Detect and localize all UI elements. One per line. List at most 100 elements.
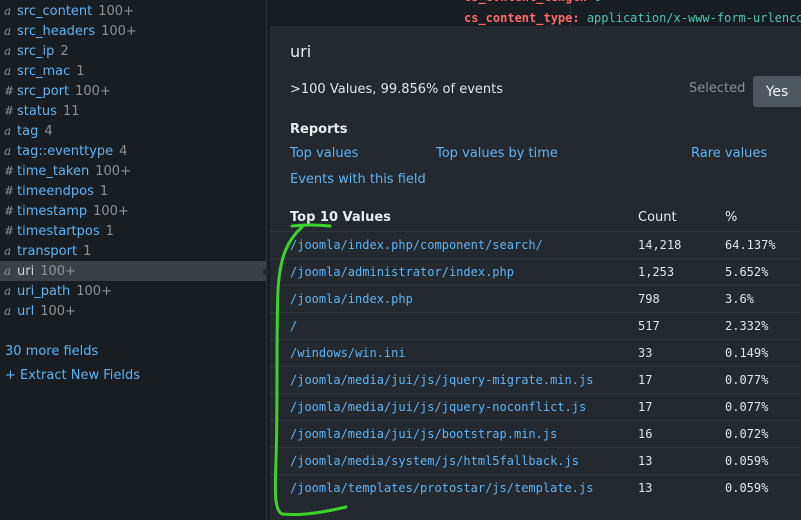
value-count: 16 [638, 427, 653, 441]
field-name-label: transport [17, 243, 78, 259]
value-link[interactable]: /joomla/media/jui/js/jquery-noconflict.j… [290, 400, 586, 414]
field-name-label: src_headers [17, 23, 96, 39]
field-item-tag-eventtype[interactable]: a tag::eventtype 4 [0, 141, 266, 161]
rare-values-link[interactable]: Rare values [691, 146, 767, 161]
field-item-transport[interactable]: a transport 1 [0, 241, 266, 261]
table-row: /joomla/media/jui/js/bootstrap.min.js 16 0… [270, 420, 801, 448]
field-count: 1 [83, 243, 92, 259]
field-name-label: src_mac [17, 63, 71, 79]
field-item-uri[interactable]: a uri 100+ [0, 261, 266, 281]
field-item-src-content[interactable]: a src_content 100+ [0, 1, 266, 21]
field-summary-popup: uri >100 Values, 99.856% of events Selec… [270, 26, 801, 520]
event-field-key: cs_content_length [464, 0, 587, 4]
percent-header: % [725, 210, 738, 225]
field-count: 100+ [75, 83, 111, 99]
value-link[interactable]: /joomla/media/system/js/html5fallback.js [290, 454, 579, 468]
field-name-label: src_content [17, 3, 93, 19]
table-row: /joomla/index.php/component/search/14,21… [270, 231, 801, 259]
value-count: 13 [638, 454, 653, 468]
field-item-src-mac[interactable]: a src_mac 1 [0, 61, 266, 81]
field-name: url 100+ [17, 304, 76, 319]
value-count: 17 [638, 400, 653, 414]
extract-new-fields-link[interactable]: + Extract New Fields [5, 368, 140, 383]
field-item-url[interactable]: a url 100+ [0, 301, 266, 321]
value-count: 14,218 [638, 238, 682, 252]
field-item-timestamp[interactable]: # timestamp 100+ [0, 201, 266, 221]
field-count: 11 [62, 103, 80, 119]
field-item-src-headers[interactable]: a src_headers 100+ [0, 21, 266, 41]
field-name-label: tag [17, 123, 39, 139]
field-name: tag::eventtype 4 [17, 144, 127, 159]
string-type-icon: a [4, 304, 12, 318]
string-type-icon: a [4, 144, 12, 158]
string-type-icon: a [4, 44, 12, 58]
value-count: 33 [638, 346, 653, 360]
field-name-label: status [17, 103, 57, 119]
value-count: 798 [638, 292, 660, 306]
number-type-icon: # [4, 164, 15, 178]
field-item-status[interactable]: # status 11 [0, 101, 266, 121]
popup-title: uri [290, 42, 312, 61]
value-percent: 0.077% [725, 373, 769, 387]
top-values-by-time-link[interactable]: Top values by time [436, 146, 558, 161]
count-header: Count [638, 210, 677, 225]
value-link[interactable]: /joomla/administrator/index.php [290, 265, 514, 279]
field-name: src_content 100+ [17, 4, 134, 19]
value-percent: 2.332% [725, 319, 769, 333]
field-name: uri 100+ [17, 264, 76, 279]
number-type-icon: # [4, 184, 15, 198]
number-type-icon: # [4, 84, 15, 98]
table-row: /joomla/templates/protostar/js/template.… [270, 474, 801, 502]
string-type-icon: a [4, 64, 12, 78]
number-type-icon: # [4, 224, 15, 238]
field-name: transport 1 [17, 244, 91, 259]
field-name: src_headers 100+ [17, 24, 137, 39]
value-count: 13 [638, 481, 653, 495]
top-values-link[interactable]: Top values [290, 146, 358, 161]
value-count: 17 [638, 373, 653, 387]
value-link[interactable]: /joomla/media/jui/js/bootstrap.min.js [290, 427, 557, 441]
field-item-src-ip[interactable]: a src_ip 2 [0, 41, 266, 61]
field-name: timestartpos 1 [17, 224, 114, 239]
reports-heading: Reports [290, 122, 348, 137]
value-percent: 0.149% [725, 346, 769, 360]
field-count: 1 [76, 63, 85, 79]
event-field-line: cs_content_type: application/x-www-form-… [464, 11, 801, 25]
field-name-label: time_taken [17, 163, 90, 179]
field-item-timeendpos[interactable]: # timeendpos 1 [0, 181, 266, 201]
events-with-field-link[interactable]: Events with this field [290, 172, 426, 187]
table-row: /joomla/media/system/js/html5fallback.js… [270, 447, 801, 475]
value-link[interactable]: /joomla/media/jui/js/jquery-migrate.min.… [290, 373, 593, 387]
value-link[interactable]: /joomla/index.php [290, 292, 413, 306]
field-item-tag[interactable]: a tag 4 [0, 121, 266, 141]
value-link[interactable]: / [290, 319, 297, 333]
field-summary-text: >100 Values, 99.856% of events [290, 82, 504, 97]
selected-label: Selected [689, 81, 746, 96]
field-count: 100+ [95, 163, 131, 179]
value-link[interactable]: /joomla/templates/protostar/js/template.… [290, 481, 593, 495]
string-type-icon: a [4, 24, 12, 38]
field-count: 100+ [40, 263, 76, 279]
field-count: 100+ [93, 203, 129, 219]
value-link[interactable]: /windows/win.ini [290, 346, 406, 360]
selected-yes-button[interactable]: Yes [753, 76, 801, 107]
fields-sidebar: a src_content 100+ a src_headers 100+ a src_ip 2… [0, 0, 266, 520]
number-type-icon: # [4, 204, 15, 218]
more-fields-link[interactable]: 30 more fields [5, 344, 98, 359]
field-item-uri-path[interactable]: a uri_path 100+ [0, 281, 266, 301]
field-name: src_mac 1 [17, 64, 85, 79]
field-item-time-taken[interactable]: # time_taken 100+ [0, 161, 266, 181]
value-percent: 5.652% [725, 265, 769, 279]
field-count: 2 [60, 43, 69, 59]
field-count: 1 [99, 183, 109, 199]
field-name: src_port 100+ [17, 84, 111, 99]
field-item-timestartpos[interactable]: # timestartpos 1 [0, 221, 266, 241]
field-item-src-port[interactable]: # src_port 100+ [0, 81, 266, 101]
string-type-icon: a [4, 124, 12, 138]
field-name-label: uri [17, 263, 35, 279]
field-count: 100+ [76, 283, 112, 299]
field-name: uri_path 100+ [17, 284, 112, 299]
value-percent: 0.077% [725, 400, 769, 414]
event-field-value: application/x-www-form-urlencod [586, 11, 801, 25]
value-link[interactable]: /joomla/index.php/component/search/ [290, 238, 543, 252]
